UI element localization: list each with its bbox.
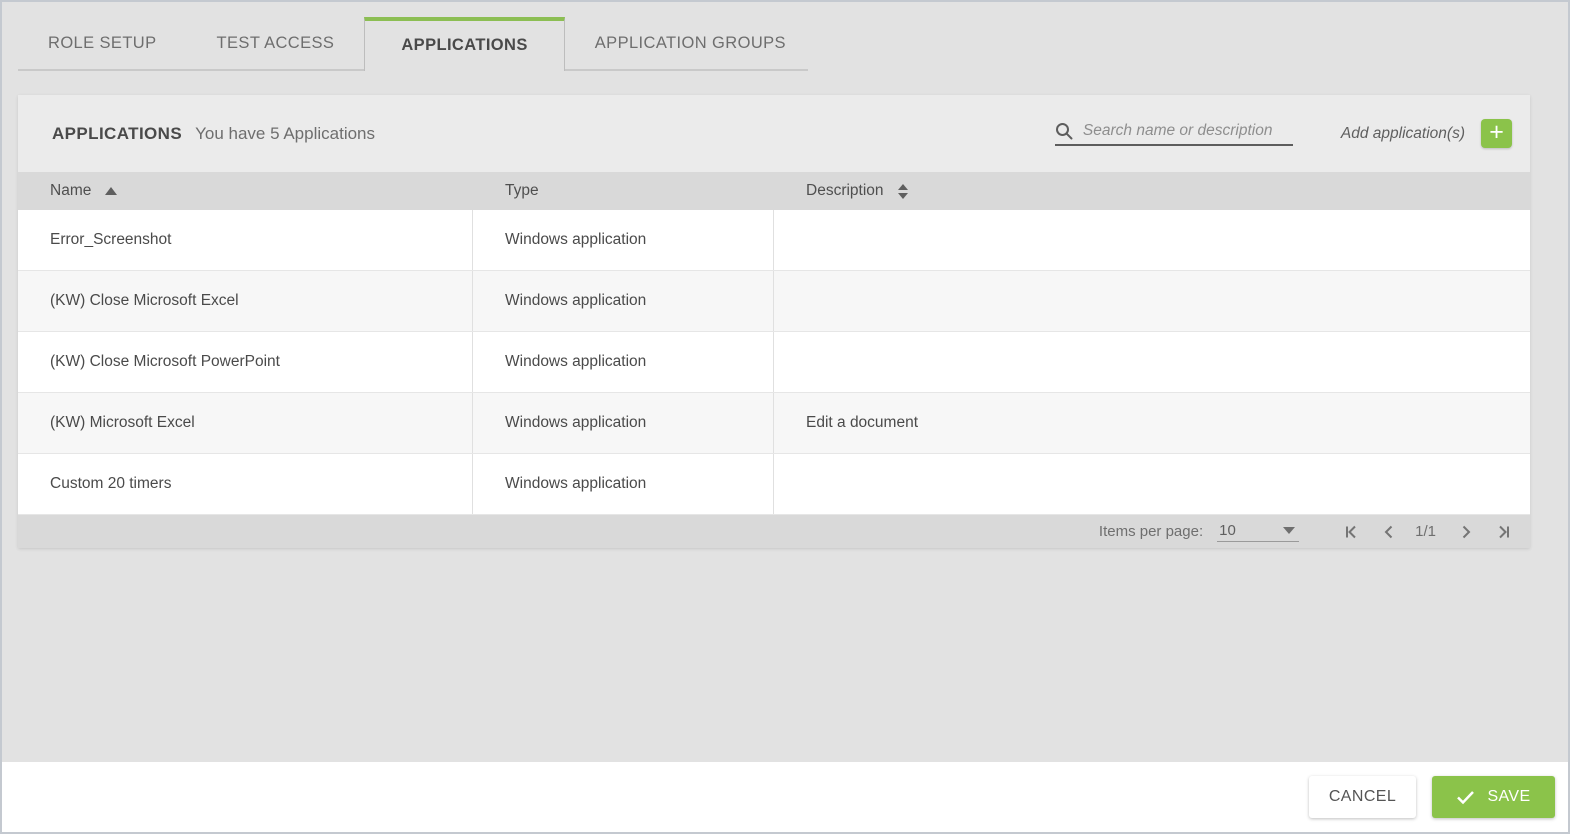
app-name-cell: (KW) Close Microsoft PowerPoint [18,332,473,392]
chevron-down-icon [1283,527,1295,534]
column-header-type[interactable]: Type [473,182,774,200]
table-body: Error_Screenshot Windows application (KW… [18,210,1530,515]
action-bar: CANCEL SAVE [2,762,1568,832]
table-row[interactable]: Error_Screenshot Windows application [18,210,1530,271]
app-type-cell: Windows application [473,393,774,453]
column-label: Description [806,182,884,200]
table-row[interactable]: (KW) Close Microsoft Excel Windows appli… [18,271,1530,332]
search-box [1055,122,1293,146]
cancel-button[interactable]: CANCEL [1309,776,1416,818]
table-header-row: Name Type Description [18,172,1530,210]
items-per-page-select[interactable]: 10 [1217,522,1299,542]
app-description-cell [774,210,1530,270]
check-icon [1456,790,1475,805]
app-name-cell: Custom 20 timers [18,454,473,514]
previous-page-button[interactable] [1381,524,1397,540]
chevron-left-icon [1381,524,1397,540]
column-header-name[interactable]: Name [18,182,473,200]
last-page-icon [1496,524,1512,540]
panel-subtitle: You have 5 Applications [195,124,375,144]
column-label: Type [505,182,539,200]
table-row[interactable]: Custom 20 timers Windows application [18,454,1530,515]
app-name-cell: (KW) Microsoft Excel [18,393,473,453]
first-page-button[interactable] [1343,524,1359,540]
app-type-cell: Windows application [473,454,774,514]
items-per-page-label: Items per page: [1099,523,1203,540]
last-page-button[interactable] [1496,524,1512,540]
first-page-icon [1343,524,1359,540]
page-indicator: 1/1 [1415,523,1436,540]
tab-role-setup[interactable]: ROLE SETUP [18,17,187,69]
pagination-bar: Items per page: 10 1/1 [18,515,1530,548]
app-type-cell: Windows application [473,332,774,392]
app-name-cell: Error_Screenshot [18,210,473,270]
applications-panel: APPLICATIONS You have 5 Applications Add… [18,95,1530,548]
tab-applications[interactable]: APPLICATIONS [364,17,564,71]
app-description-cell [774,332,1530,392]
app-description-cell [774,271,1530,331]
save-button[interactable]: SAVE [1432,776,1555,818]
plus-icon: + [1489,120,1504,145]
table-row[interactable]: (KW) Microsoft Excel Windows application… [18,393,1530,454]
sort-icon [898,184,908,199]
search-input[interactable] [1083,122,1293,140]
app-window: ROLE SETUP TEST ACCESS APPLICATIONS APPL… [0,0,1570,834]
tab-bar: ROLE SETUP TEST ACCESS APPLICATIONS APPL… [18,17,808,71]
app-name-cell: (KW) Close Microsoft Excel [18,271,473,331]
table-row[interactable]: (KW) Close Microsoft PowerPoint Windows … [18,332,1530,393]
next-page-button[interactable] [1458,524,1474,540]
app-type-cell: Windows application [473,210,774,270]
panel-title: APPLICATIONS [52,124,182,144]
app-description-cell [774,454,1530,514]
save-button-label: SAVE [1487,788,1530,806]
tab-application-groups[interactable]: APPLICATION GROUPS [565,17,816,69]
items-per-page-value: 10 [1219,522,1236,539]
sort-ascending-icon [105,187,117,195]
app-description-cell: Edit a document [774,393,1530,453]
search-icon [1055,122,1073,140]
chevron-right-icon [1458,524,1474,540]
app-type-cell: Windows application [473,271,774,331]
add-applications-label: Add application(s) [1341,125,1465,143]
tab-test-access[interactable]: TEST ACCESS [187,17,365,69]
column-label: Name [50,182,91,200]
column-header-description[interactable]: Description [774,182,1530,200]
add-application-button[interactable]: + [1481,119,1512,148]
panel-header: APPLICATIONS You have 5 Applications Add… [18,95,1530,172]
